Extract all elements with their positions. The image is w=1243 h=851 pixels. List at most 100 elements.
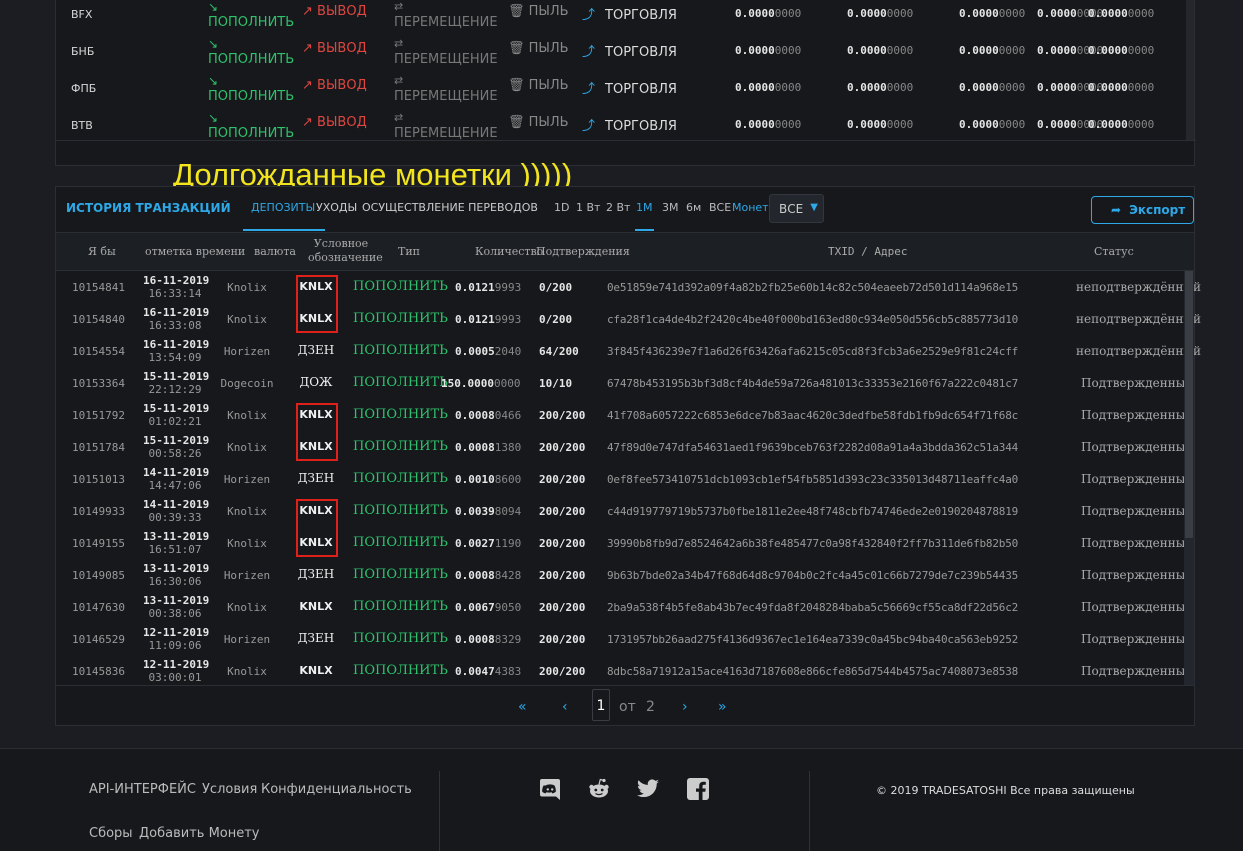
- balance-value-tail: 0000: [998, 81, 1026, 94]
- tab-withdrawals[interactable]: УХОДЫ: [316, 201, 357, 214]
- withdraw-button[interactable]: ↗ ВЫВОД: [302, 115, 367, 130]
- tx-timestamp: 13-11-2019 16:30:06: [143, 562, 209, 588]
- tx-hash[interactable]: 67478b453195b3bf3d8cf4b4de59a726a481013c…: [607, 377, 1018, 390]
- trade-label: ТОРГОВЛЯ: [605, 8, 677, 23]
- period-6m[interactable]: 6м: [686, 201, 701, 214]
- trade-button[interactable]: ⤴ ТОРГОВЛЯ: [582, 78, 677, 97]
- scrollbar-thumb[interactable]: [1185, 271, 1193, 538]
- dust-label: ПЫЛЬ: [528, 41, 569, 56]
- current-page[interactable]: 1: [592, 689, 610, 721]
- tx-hash[interactable]: 41f708a6057222c6853e6dce7b83aac4620c3ded…: [607, 409, 1018, 422]
- tx-amount-main: 0.0027: [455, 537, 495, 550]
- trade-button[interactable]: ⤴ ТОРГОВЛЯ: [582, 115, 677, 134]
- tx-amount: 150.00000000: [441, 377, 520, 390]
- coin-select[interactable]: ВСЕ ▼: [769, 194, 824, 223]
- tx-id: 10153364: [72, 377, 125, 390]
- tx-id: 10154554: [72, 345, 125, 358]
- transfer-button[interactable]: ⇄ ПЕРЕМЕЩЕНИЕ: [394, 36, 498, 68]
- tx-time: 01:02:21: [148, 415, 202, 428]
- tx-hash[interactable]: 47f89d0e747dfa54631aed1f9639bceb763f2282…: [607, 441, 1018, 454]
- tx-currency: Horizen: [223, 569, 271, 582]
- table-row: 10151792 15-11-2019 01:02:21 Knolix KNLX ПОПО…: [56, 399, 1193, 431]
- tab-transfers[interactable]: ОСУЩЕСТВЛЕНИЕ ПЕРЕВОДОВ: [362, 201, 538, 214]
- balance-value-main: 0.0000: [847, 118, 887, 131]
- period-1m[interactable]: 1M: [635, 201, 653, 231]
- withdraw-button[interactable]: ↗ ВЫВОД: [302, 78, 367, 93]
- tx-hash[interactable]: 8dbc58a71912a15ace4163d7187608e866cfe865…: [607, 665, 1018, 678]
- tx-timestamp: 13-11-2019 16:51:07: [143, 530, 210, 556]
- trade-button[interactable]: ⤴ ТОРГОВЛЯ: [582, 41, 677, 60]
- table-row: 10151013 14-11-2019 14:47:06 Horizen ДЗЕН ПОП…: [56, 463, 1193, 495]
- arrow-up-right-icon: ↗: [302, 115, 318, 130]
- period-2w[interactable]: 2 Вт: [606, 201, 630, 214]
- footer-link-fees[interactable]: Сборы: [89, 826, 133, 841]
- deposit-button[interactable]: ↘ ПОПОЛНИТЬ: [208, 110, 294, 142]
- twitter-icon[interactable]: [636, 777, 660, 801]
- transfer-button[interactable]: ⇄ ПЕРЕМЕЩЕНИЕ: [394, 0, 498, 31]
- deposit-label: ПОПОЛНИТЬ: [208, 126, 295, 141]
- footer-link-terms[interactable]: Условия: [202, 782, 257, 797]
- deposit-button[interactable]: ↘ ПОПОЛНИТЬ: [208, 73, 294, 105]
- tx-date: 14-11-2019: [143, 466, 210, 479]
- deposit-button[interactable]: ↘ ПОПОЛНИТЬ: [208, 0, 294, 31]
- tx-type: ПОПОЛНИТЬ: [353, 599, 448, 614]
- tx-hash[interactable]: 1731957bb26aad275f4136d9367ec1e164ea7339…: [607, 633, 1018, 646]
- withdraw-button[interactable]: ↗ ВЫВОД: [302, 41, 367, 56]
- balances-scrollbar[interactable]: [1186, 0, 1194, 140]
- history-scrollbar[interactable]: [1184, 271, 1194, 685]
- tx-type: ПОПОЛНИТЬ: [353, 663, 448, 678]
- facebook-icon[interactable]: [686, 777, 710, 801]
- total-pages[interactable]: 2: [646, 699, 655, 715]
- tx-hash[interactable]: 39990b8fb9d7e8524642a6b38fe485477c0a98f4…: [607, 537, 1018, 550]
- tx-amount: 0.00080466: [455, 409, 521, 422]
- deposit-label: ПОПОЛНИТЬ: [208, 89, 295, 104]
- tx-amount: 0.00081380: [455, 441, 521, 454]
- arrow-down-right-icon: ↘: [208, 37, 219, 51]
- tx-hash[interactable]: 2ba9a538f4b5fe8ab43b7ec49fda8f2048284bab…: [607, 601, 1018, 614]
- tx-hash[interactable]: 0e51859e741d392a09f4a82b2fb25e60b14c82c5…: [607, 281, 1018, 294]
- period-all[interactable]: ВСЕ: [709, 201, 731, 214]
- footer-link-privacy[interactable]: Конфиденциальность: [261, 782, 412, 797]
- period-3m[interactable]: 3M: [662, 201, 679, 214]
- next-page-button[interactable]: ›: [682, 699, 688, 715]
- balances-panel: BFX ↘ ПОПОЛНИТЬ ↗ ВЫВОД ⇄ ПЕРЕМЕЩЕНИЕ 🗑 ПЫЛЬ ⤴ Т…: [55, 0, 1196, 166]
- dust-button[interactable]: 🗑 ПЫЛЬ: [508, 78, 569, 93]
- tx-hash[interactable]: 9b63b7bde02a34b47f68d64d8c9704b0c2fc4a45…: [607, 569, 1018, 582]
- export-button[interactable]: ➦ Экспорт: [1091, 196, 1194, 224]
- tx-hash[interactable]: 3f845f436239e7f1a6d26f63426afa6215c05cd8…: [607, 345, 1018, 358]
- transfer-label: ПЕРЕМЕЩЕНИЕ: [394, 52, 498, 67]
- trade-button[interactable]: ⤴ ТОРГОВЛЯ: [582, 4, 677, 23]
- tx-amount-tail: 1190: [494, 537, 522, 550]
- tx-status: Подтвержденный: [1081, 600, 1194, 614]
- trend-chart-icon: ⤴: [582, 119, 596, 134]
- tab-deposits[interactable]: ДЕПОЗИТЫ: [242, 201, 326, 231]
- tx-amount-tail: 8094: [494, 505, 522, 518]
- tx-hash[interactable]: c44d919779719b5737b0fbe1811e2ee48f748cbf…: [607, 505, 1018, 518]
- discord-icon[interactable]: [538, 777, 562, 801]
- period-1d[interactable]: 1D: [554, 201, 569, 214]
- dust-button[interactable]: 🗑 ПЫЛЬ: [508, 41, 569, 56]
- dust-button[interactable]: 🗑 ПЫЛЬ: [508, 115, 569, 130]
- tx-hash[interactable]: cfa28f1ca4de4b2f2420c4be40f000bd163ed80c…: [607, 313, 1018, 326]
- tx-symbol: ДЗЕН: [297, 471, 335, 485]
- reddit-icon[interactable]: [587, 777, 611, 801]
- balance-value: 0.00000000: [847, 44, 913, 57]
- tx-hash[interactable]: 0ef8fee573410751dcb1093cb1ef54fb5851d393…: [607, 473, 1018, 486]
- tx-date: 13-11-2019: [143, 530, 210, 543]
- footer-link-api[interactable]: API-ИНТЕРФЕЙС: [89, 782, 196, 797]
- tx-status: Подтвержденный: [1081, 664, 1194, 678]
- last-page-button[interactable]: »: [718, 699, 727, 715]
- period-1w[interactable]: 1 Вт: [576, 201, 600, 214]
- transfer-button[interactable]: ⇄ ПЕРЕМЕЩЕНИЕ: [394, 110, 498, 142]
- tx-timestamp: 14-11-2019 14:47:06: [143, 466, 210, 492]
- footer-link-add-coin[interactable]: Добавить Монету: [139, 826, 260, 841]
- transfer-button[interactable]: ⇄ ПЕРЕМЕЩЕНИЕ: [394, 73, 498, 105]
- withdraw-button[interactable]: ↗ ВЫВОД: [302, 4, 367, 19]
- arrow-down-right-icon: ↘: [208, 74, 219, 88]
- first-page-button[interactable]: «: [518, 699, 527, 715]
- dust-button[interactable]: 🗑 ПЫЛЬ: [508, 4, 569, 19]
- dust-label: ПЫЛЬ: [528, 115, 569, 130]
- prev-page-button[interactable]: ‹: [562, 699, 568, 715]
- deposit-button[interactable]: ↘ ПОПОЛНИТЬ: [208, 36, 294, 68]
- balance-value-main: 0.0000: [1037, 7, 1077, 20]
